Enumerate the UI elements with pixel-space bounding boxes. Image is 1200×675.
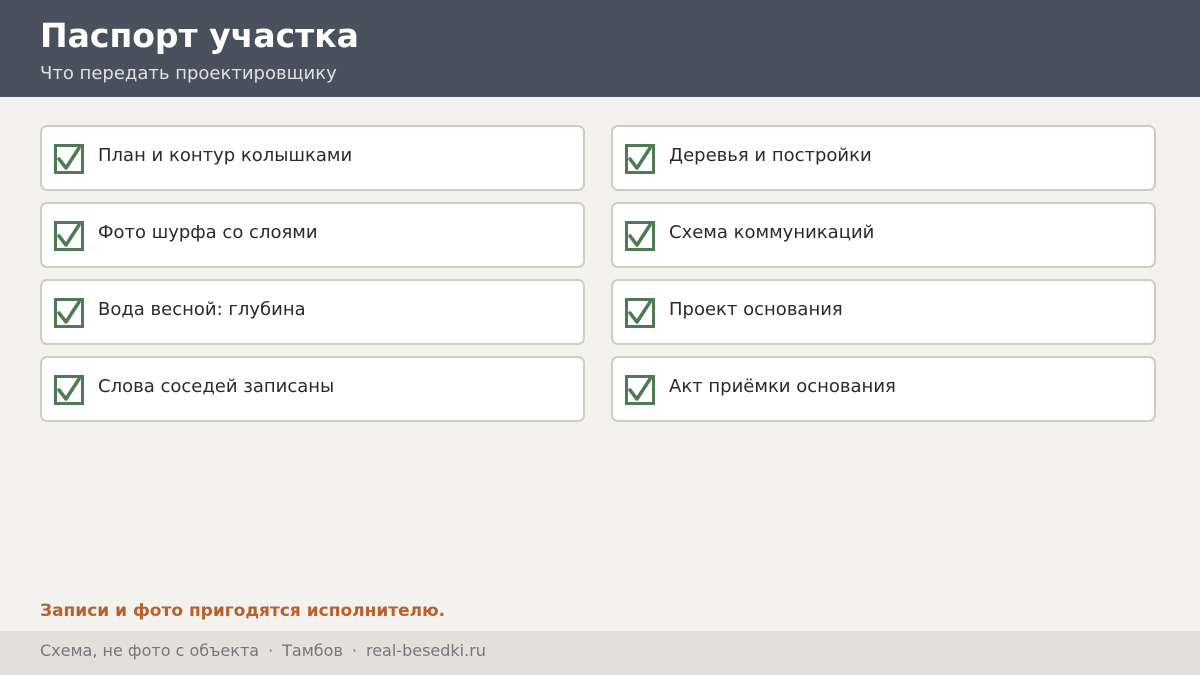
checkbox-checked-icon [54, 144, 84, 174]
footer-caption: Схема, не фото с объекта [40, 641, 260, 660]
page-subtitle: Что передать проектировщику [40, 63, 337, 84]
checklist-item-label: Схема коммуникаций [669, 222, 875, 243]
checkbox-checked-icon [625, 144, 655, 174]
checklist-item-label: Проект основания [669, 299, 843, 320]
footer-bar: Схема, не фото с объекта · Тамбов · real-bes… [0, 631, 1200, 675]
checkbox-checked-icon [54, 221, 84, 251]
checklist-grid: План и контур колышками Деревья и постро… [40, 125, 1156, 422]
footnote-accent: Записи и фото пригодятся исполнителю. [40, 601, 446, 621]
checkbox-checked-icon [625, 221, 655, 251]
checklist-item: Схема коммуникаций [611, 202, 1156, 268]
checklist-item: Деревья и постройки [611, 125, 1156, 191]
checklist-item-label: Акт приёмки основания [669, 376, 896, 397]
checklist-item: Вода весной: глубина [40, 279, 585, 345]
checklist-item: Слова соседей записаны [40, 356, 585, 422]
checkbox-checked-icon [625, 375, 655, 405]
checklist-item: Акт приёмки основания [611, 356, 1156, 422]
checklist-item-label: Вода весной: глубина [98, 299, 306, 320]
checklist-item: Проект основания [611, 279, 1156, 345]
footer-credits: Схема, не фото с объекта · Тамбов · real-bes… [40, 640, 486, 662]
footer-separator: · [268, 641, 274, 660]
page-title: Паспорт участка [40, 16, 359, 55]
checkbox-checked-icon [625, 298, 655, 328]
checkbox-checked-icon [54, 298, 84, 328]
footer-city: Тамбов [282, 641, 343, 660]
checklist-item-label: Деревья и постройки [669, 145, 872, 166]
header-bar: Паспорт участка Что передать проектировщ… [0, 0, 1200, 97]
checklist-item-label: План и контур колышками [98, 145, 353, 166]
checkbox-checked-icon [54, 375, 84, 405]
checklist-item: Фото шурфа со слоями [40, 202, 585, 268]
checklist-item: План и контур колышками [40, 125, 585, 191]
checklist-item-label: Слова соседей записаны [98, 376, 335, 397]
checklist-item-label: Фото шурфа со слоями [98, 222, 318, 243]
footer-separator: · [351, 641, 357, 660]
footer-site: real-besedki.ru [365, 641, 486, 660]
slide: Паспорт участка Что передать проектировщ… [0, 0, 1200, 675]
